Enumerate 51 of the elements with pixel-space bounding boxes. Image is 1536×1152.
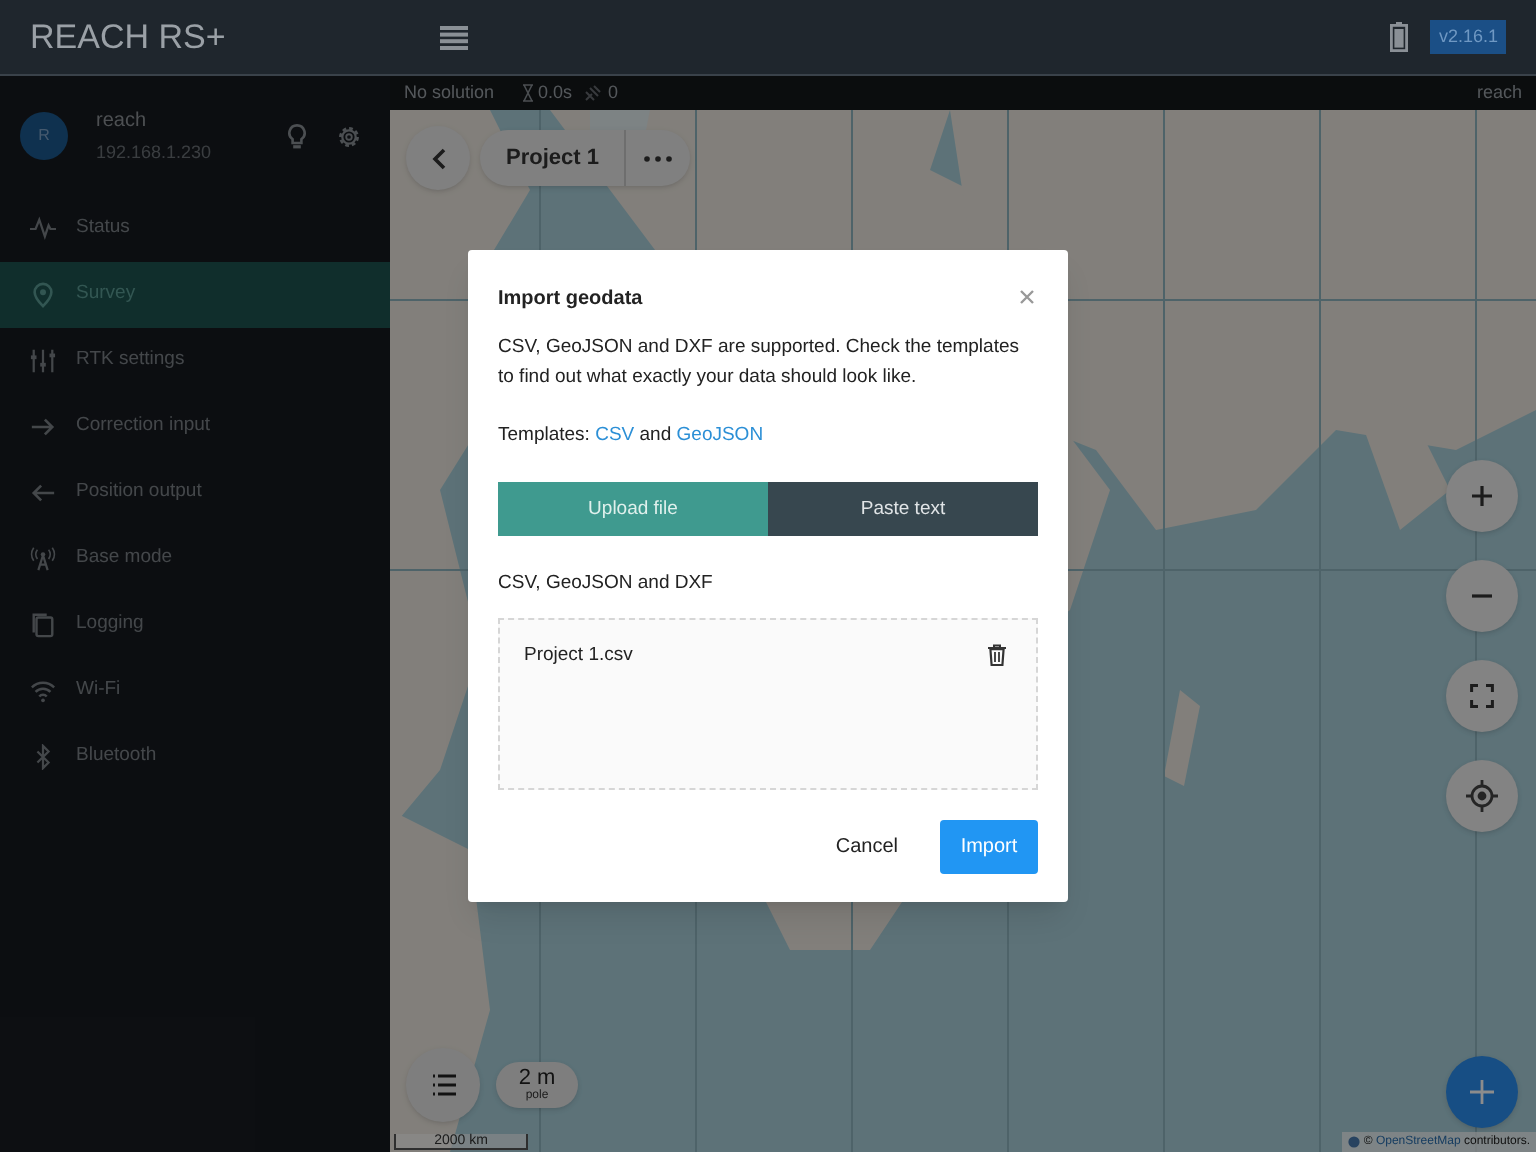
satellite-count: 0 bbox=[608, 79, 619, 106]
cancel-button[interactable]: Cancel bbox=[831, 821, 902, 871]
sidebar-item[interactable]: Base mode bbox=[0, 526, 390, 592]
tab[interactable]: Upload file bbox=[498, 482, 768, 537]
hourglass-icon bbox=[522, 84, 535, 102]
minus-icon bbox=[1472, 594, 1492, 598]
tab[interactable]: Paste text bbox=[768, 482, 1038, 537]
sliders-icon bbox=[30, 348, 56, 374]
list-icon bbox=[431, 1074, 455, 1096]
location-pin-icon bbox=[30, 282, 56, 308]
menu-icon[interactable] bbox=[440, 25, 468, 49]
wifi-icon bbox=[30, 678, 56, 704]
device-label: reach bbox=[1476, 79, 1522, 106]
lightbulb-icon[interactable] bbox=[288, 123, 306, 149]
close-icon[interactable] bbox=[1020, 290, 1034, 304]
version-badge: v2.16.1 bbox=[1430, 19, 1506, 55]
crosshair-icon bbox=[1466, 780, 1498, 812]
dialog-description: CSV, GeoJSON and DXF are supported. Check the templates to find out what exactly your data should look like. bbox=[498, 334, 1022, 392]
templates-text: Templates: CSV and GeoJSON bbox=[498, 422, 766, 450]
sidebar-item[interactable]: Position output bbox=[0, 460, 390, 526]
project-button[interactable]: Project 1 bbox=[480, 130, 625, 186]
sidebar-item[interactable]: Status bbox=[0, 196, 390, 262]
battery-icon bbox=[1390, 22, 1409, 52]
device-name: reach bbox=[96, 107, 149, 136]
file-dropzone[interactable]: Project 1.csv bbox=[498, 617, 1038, 789]
antenna-icon bbox=[30, 546, 56, 572]
settings-icon[interactable] bbox=[336, 123, 362, 149]
documents-icon bbox=[30, 612, 56, 638]
file-name: Project 1.csv bbox=[524, 641, 633, 669]
template-link[interactable]: GeoJSON bbox=[676, 424, 764, 446]
import-button[interactable]: Import bbox=[940, 819, 1038, 873]
pulse-icon bbox=[30, 216, 56, 242]
sidebar-item[interactable]: Bluetooth bbox=[0, 724, 390, 790]
plus-icon bbox=[1470, 1080, 1494, 1104]
more-icon bbox=[644, 155, 673, 161]
sidebar-item[interactable]: Correction input bbox=[0, 394, 390, 460]
template-link[interactable]: CSV bbox=[595, 424, 635, 446]
dialog-title: Import geodata bbox=[498, 286, 645, 314]
formats-label: CSV, GeoJSON and DXF bbox=[498, 570, 715, 599]
fullscreen-icon bbox=[1470, 684, 1494, 708]
solution-age: 0.0s bbox=[538, 79, 573, 106]
solution-status: No solution bbox=[404, 79, 495, 106]
arrow-left-icon bbox=[30, 480, 56, 506]
sidebar-item[interactable]: RTK settings bbox=[0, 328, 390, 394]
arrow-right-icon bbox=[30, 414, 56, 440]
chevron-left-icon bbox=[431, 147, 445, 169]
app-title: REACH RS+ bbox=[30, 15, 228, 60]
trash-icon[interactable] bbox=[988, 644, 1006, 667]
sidebar-item[interactable]: Wi-Fi bbox=[0, 658, 390, 724]
sidebar-item[interactable]: Logging bbox=[0, 592, 390, 658]
plus-icon bbox=[1472, 486, 1492, 506]
